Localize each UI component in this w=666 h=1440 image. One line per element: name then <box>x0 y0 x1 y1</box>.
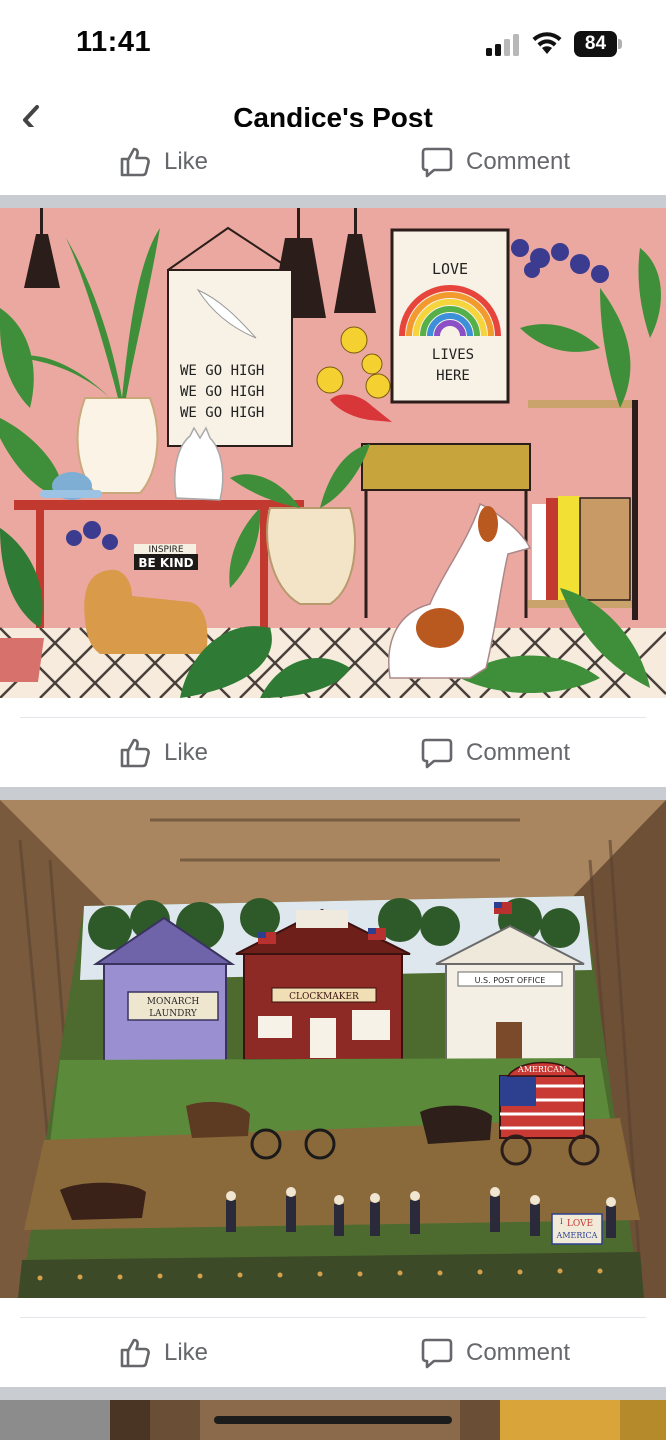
like-button[interactable]: Like <box>118 1318 208 1388</box>
home-indicator[interactable] <box>214 1416 452 1424</box>
sign-love: LOVE <box>567 1219 593 1229</box>
poster-line-1: WE GO HIGH <box>180 363 264 379</box>
post-photo-puzzle-2[interactable]: MONARCH LAUNDRY CLOCKMAKER U.S. POST OFF… <box>0 800 666 1298</box>
puzzle-1-image: WE GO HIGH WE GO HIGH WE GO HIGH LOVE LI… <box>0 208 666 698</box>
post-separator <box>0 195 666 208</box>
thumbs-up-icon <box>120 147 150 177</box>
poster-line-2: WE GO HIGH <box>180 384 264 400</box>
comment-label: Comment <box>466 739 571 766</box>
poster-here: HERE <box>436 368 470 384</box>
post-office-sign: U.S. POST OFFICE <box>475 976 546 985</box>
sign-be-kind: BE KIND <box>138 556 193 570</box>
sign-inspire: INSPIRE <box>148 545 183 555</box>
post-separator <box>0 787 666 800</box>
thumbs-up-icon <box>120 738 150 768</box>
like-label: Like <box>164 148 209 175</box>
status-bar: 11:41 84 <box>0 0 666 88</box>
sign-i: I <box>560 1218 563 1226</box>
puzzle-2-image: MONARCH LAUNDRY CLOCKMAKER U.S. POST OFF… <box>0 800 666 1298</box>
post-photo-puzzle-1[interactable]: WE GO HIGH WE GO HIGH WE GO HIGH LOVE LI… <box>0 208 666 698</box>
action-row-top: Like Comment <box>0 127 666 195</box>
poster-line-3: WE GO HIGH <box>180 405 264 421</box>
like-label: Like <box>164 1339 209 1366</box>
comment-bubble-icon <box>421 1338 453 1369</box>
comment-button[interactable]: Comment <box>420 1318 570 1388</box>
status-time: 11:41 <box>76 26 152 58</box>
like-button[interactable]: Like <box>118 127 208 195</box>
post-separator <box>0 1387 666 1400</box>
action-row-2: Like Comment <box>0 1318 666 1388</box>
wagon-sign: AMERICAN <box>517 1065 566 1074</box>
battery-indicator: 84 <box>574 31 622 57</box>
battery-level: 84 <box>574 31 617 57</box>
thumbs-up-icon <box>120 1338 150 1368</box>
comment-button[interactable]: Comment <box>420 718 570 788</box>
poster-love: LOVE <box>432 260 468 278</box>
like-button[interactable]: Like <box>118 718 208 788</box>
battery-cap <box>618 39 622 49</box>
laundry-sign-line2: LAUNDRY <box>149 1009 198 1019</box>
like-label: Like <box>164 739 209 766</box>
poster-lives: LIVES <box>432 347 474 363</box>
action-row-1: Like Comment <box>0 718 666 788</box>
wifi-icon <box>532 32 562 54</box>
comment-button[interactable]: Comment <box>420 127 570 195</box>
clockmaker-sign: CLOCKMAKER <box>289 992 359 1002</box>
comment-bubble-icon <box>421 738 453 769</box>
comment-label: Comment <box>466 148 571 175</box>
laundry-sign-line1: MONARCH <box>147 997 200 1007</box>
comment-bubble-icon <box>421 147 453 178</box>
sign-america: AMERICA <box>556 1231 598 1240</box>
cellular-signal-icon <box>486 34 519 56</box>
comment-label: Comment <box>466 1339 571 1366</box>
